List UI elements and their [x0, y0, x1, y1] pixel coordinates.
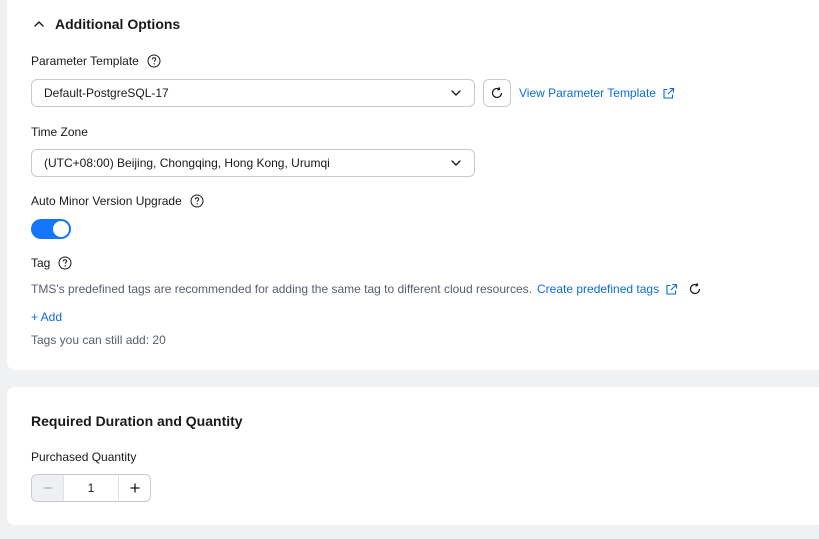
chevron-down-icon: [450, 157, 462, 169]
add-tag-link[interactable]: + Add: [31, 310, 62, 324]
toggle-knob: [53, 221, 69, 237]
time-zone-label: Time Zone: [31, 125, 88, 139]
duration-quantity-card: Required Duration and Quantity Purchased…: [7, 387, 819, 525]
create-predefined-tags-label: Create predefined tags: [537, 282, 660, 296]
parameter-template-select[interactable]: Default-PostgreSQL-17: [31, 79, 475, 107]
auto-minor-upgrade-label: Auto Minor Version Upgrade: [31, 194, 182, 208]
auto-minor-upgrade-toggle[interactable]: [31, 219, 71, 239]
refresh-icon[interactable]: [688, 282, 702, 296]
refresh-icon: [490, 86, 504, 100]
chevron-up-icon: [33, 18, 45, 30]
view-parameter-template-label: View Parameter Template: [519, 86, 656, 100]
quantity-stepper[interactable]: [31, 474, 151, 502]
view-parameter-template-link[interactable]: View Parameter Template: [519, 86, 675, 100]
tags-remaining-text: Tags you can still add: 20: [31, 333, 166, 347]
tag-label-row: Tag: [31, 256, 72, 270]
external-link-icon: [662, 87, 675, 100]
help-icon[interactable]: [58, 256, 72, 270]
refresh-parameter-template-button[interactable]: [483, 79, 511, 107]
additional-options-title: Additional Options: [55, 16, 181, 32]
increment-button[interactable]: [118, 475, 150, 501]
duration-quantity-title: Required Duration and Quantity: [31, 413, 243, 429]
purchased-quantity-label: Purchased Quantity: [31, 450, 137, 464]
parameter-template-value: Default-PostgreSQL-17: [44, 86, 169, 100]
tag-label: Tag: [31, 256, 51, 270]
tag-hint-row: TMS's predefined tags are recommended fo…: [31, 282, 702, 296]
parameter-template-label-row: Parameter Template: [31, 54, 161, 68]
plus-icon: [129, 482, 141, 494]
quantity-input[interactable]: [64, 475, 118, 501]
minus-icon: [42, 482, 54, 494]
additional-options-header[interactable]: Additional Options: [33, 16, 180, 32]
parameter-template-label: Parameter Template: [31, 54, 139, 68]
auto-minor-upgrade-label-row: Auto Minor Version Upgrade: [31, 194, 204, 208]
time-zone-value: (UTC+08:00) Beijing, Chongqing, Hong Kon…: [44, 156, 330, 170]
external-link-icon: [665, 283, 678, 296]
additional-options-card: Additional Options Parameter Template De…: [7, 0, 819, 370]
chevron-down-icon: [450, 87, 462, 99]
time-zone-select[interactable]: (UTC+08:00) Beijing, Chongqing, Hong Kon…: [31, 149, 475, 177]
decrement-button[interactable]: [32, 475, 64, 501]
help-icon[interactable]: [190, 194, 204, 208]
create-predefined-tags-link[interactable]: Create predefined tags: [537, 282, 678, 296]
tag-hint-text: TMS's predefined tags are recommended fo…: [31, 282, 533, 296]
help-icon[interactable]: [147, 54, 161, 68]
